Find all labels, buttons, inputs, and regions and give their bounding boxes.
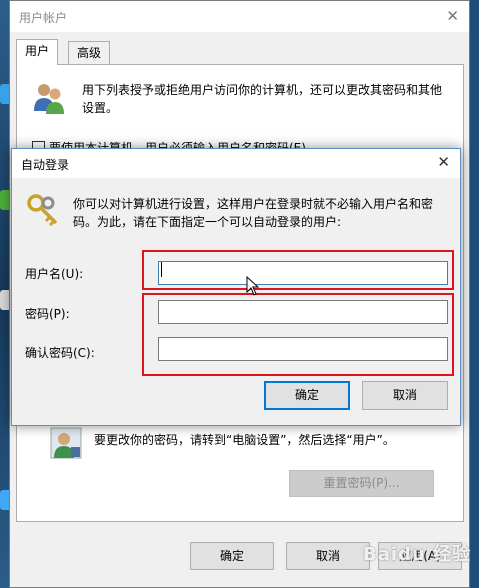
dialog-ok-button[interactable]: 确定 <box>264 381 350 410</box>
window-title: 用户帐户 <box>19 11 68 25</box>
users-description: 用下列表授予或拒绝用户访问你的计算机，还可以更改其密码和其他设置。 <box>82 83 443 115</box>
tab-users[interactable]: 用户 <box>16 39 59 65</box>
confirm-password-label: 确认密码(C): <box>25 346 95 360</box>
dialog-titlebar: 自动登录 ✕ <box>12 149 460 178</box>
user-icon <box>50 427 82 462</box>
dialog-description: 你可以对计算机进行设置，这样用户在登录时就不必输入用户名和密码。为此，请在下面指… <box>73 197 434 229</box>
users-icon <box>32 81 66 118</box>
ok-button[interactable]: 确定 <box>190 542 274 570</box>
change-password-hint: 要更改你的密码，请转到“电脑设置”，然后选择“用户”。 <box>94 433 395 447</box>
tab-advanced[interactable]: 高级 <box>68 41 111 65</box>
dialog-cancel-button[interactable]: 取消 <box>362 381 448 410</box>
highlight-box-username <box>142 250 454 290</box>
window-titlebar: 用户帐户 ✕ <box>10 1 469 32</box>
mouse-pointer-icon <box>246 275 260 299</box>
key-icon <box>26 193 60 230</box>
close-icon[interactable]: ✕ <box>446 7 459 25</box>
tab-label: 高级 <box>77 46 102 60</box>
tab-label: 用户 <box>25 44 50 58</box>
password-label: 密码(P): <box>25 307 70 321</box>
close-icon[interactable]: ✕ <box>437 153 450 171</box>
username-label: 用户名(U): <box>25 267 84 281</box>
dialog-title: 自动登录 <box>21 158 70 172</box>
cancel-button[interactable]: 取消 <box>286 542 370 570</box>
reset-password-button[interactable]: 重置密码(P)... <box>289 470 434 497</box>
watermark: Baidu 经验 <box>362 544 471 565</box>
highlight-box-passwords <box>142 293 454 376</box>
